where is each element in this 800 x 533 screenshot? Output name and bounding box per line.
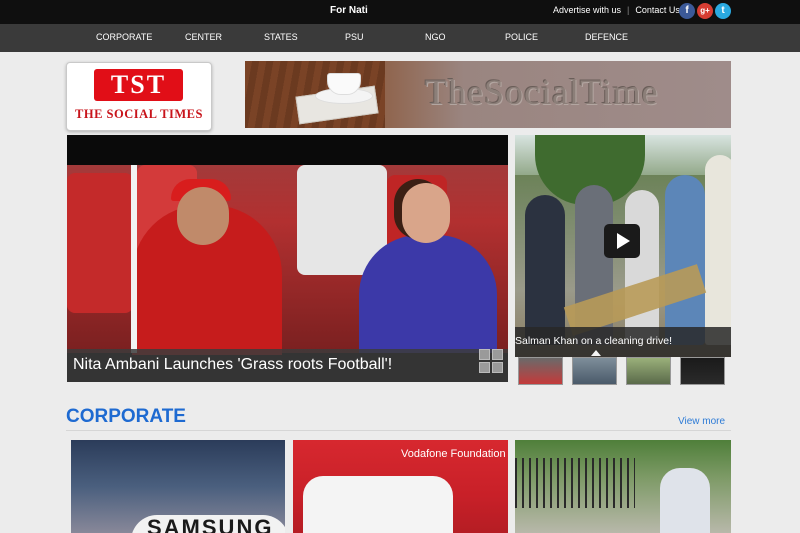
advertise-link[interactable]: Advertise with us <box>553 5 621 15</box>
fence-shape <box>515 458 635 508</box>
crowd-shape <box>67 173 133 313</box>
play-icon[interactable] <box>604 224 640 258</box>
main-nav: CORPORATE CENTER STATES PSU NGO POLICE D… <box>0 24 800 52</box>
person-figure <box>705 155 731 345</box>
person-figure <box>665 175 705 345</box>
nav-item-corporate[interactable]: CORPORATE <box>96 32 152 42</box>
banner-cup-image <box>327 73 361 95</box>
facebook-icon[interactable]: f <box>679 3 695 19</box>
person-figure <box>525 195 565 345</box>
nav-item-ngo[interactable]: NGO <box>425 32 446 42</box>
pager-dot[interactable] <box>479 349 490 360</box>
active-thumb-arrow-icon <box>591 350 601 356</box>
slider-pager <box>479 349 503 373</box>
man-head <box>177 187 229 245</box>
nav-item-states[interactable]: STATES <box>264 32 298 42</box>
samsung-sign: SAMSUNG <box>131 515 285 533</box>
man-figure <box>660 468 710 533</box>
main-slider-caption[interactable]: Nita Ambani Launches 'Grass roots Footba… <box>67 349 508 382</box>
view-more-link[interactable]: View more <box>678 416 725 427</box>
corporate-card-cleaning[interactable] <box>515 440 731 533</box>
logo-name: THE SOCIAL TIMES <box>75 107 203 121</box>
contact-us-link[interactable]: Contact Us <box>635 5 680 15</box>
photo-divider <box>131 165 137 353</box>
nav-item-center[interactable]: CENTER <box>185 32 222 42</box>
top-bar: For Nati Advertise with us|Contact Us| f… <box>0 0 800 24</box>
top-links: Advertise with us|Contact Us| <box>553 5 694 15</box>
side-slider-caption[interactable]: Salman Khan on a cleaning drive! <box>515 327 731 357</box>
pager-dot[interactable] <box>492 362 503 373</box>
nav-item-police[interactable]: POLICE <box>505 32 538 42</box>
women-group <box>303 476 453 533</box>
pager-dot[interactable] <box>479 362 490 373</box>
site-logo[interactable]: TST THE SOCIAL TIMES <box>66 62 212 131</box>
section-title-corporate[interactable]: CORPORATE <box>66 406 186 428</box>
twitter-icon[interactable]: t <box>715 3 731 19</box>
banner-text: TheSocialTime <box>425 72 659 112</box>
google-plus-icon[interactable]: g+ <box>697 3 713 19</box>
video-thumbnail[interactable] <box>518 357 563 385</box>
news-ticker: For Nati <box>330 5 368 16</box>
corporate-card-samsung[interactable]: SAMSUNG <box>71 440 285 533</box>
main-slider-caption-text[interactable]: Nita Ambani Launches 'Grass roots Footba… <box>73 356 392 374</box>
woman-head <box>402 183 450 243</box>
vodafone-foundation-text: Vodafone Foundation <box>401 448 506 460</box>
video-thumbnail[interactable] <box>680 357 725 385</box>
main-slider[interactable]: Nita Ambani Launches 'Grass roots Footba… <box>67 135 508 382</box>
section-divider <box>66 430 731 431</box>
logo-abbr: TST <box>94 69 183 101</box>
side-slider-caption-text[interactable]: Salman Khan on a cleaning drive! <box>515 335 672 347</box>
corporate-card-vodafone[interactable]: Vodafone Foundation <box>293 440 508 533</box>
nav-item-defence[interactable]: DEFENCE <box>585 32 628 42</box>
video-thumbnail[interactable] <box>572 357 617 385</box>
person-figure <box>625 190 659 340</box>
pager-dot[interactable] <box>492 349 503 360</box>
video-thumbnail[interactable] <box>626 357 671 385</box>
woman-figure <box>359 235 497 353</box>
nav-item-psu[interactable]: PSU <box>345 32 364 42</box>
header-banner: TheSocialTime <box>245 61 731 128</box>
link-separator: | <box>627 5 630 15</box>
